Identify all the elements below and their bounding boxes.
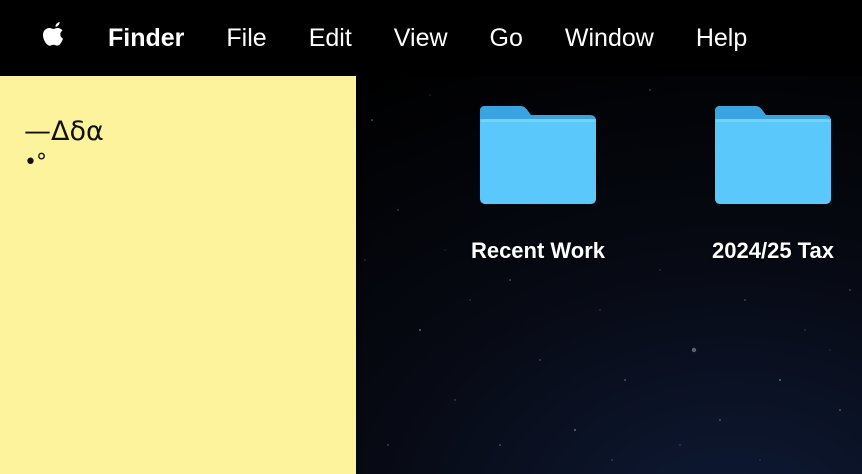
desktop-folder-recent-work[interactable]: Recent Work [448, 104, 628, 264]
desktop-screen: Finder File Edit View Go Window Help —Δδ… [0, 0, 862, 474]
folder-icon [715, 106, 831, 204]
menu-file[interactable]: File [226, 25, 266, 51]
sticky-note-text-line-2[interactable]: •° [24, 150, 47, 175]
folder-label[interactable]: Recent Work [448, 238, 628, 264]
sticky-note[interactable]: —Δδα •° [0, 76, 356, 474]
folder-label[interactable]: 2024/25 Tax [683, 238, 862, 264]
menu-app-finder[interactable]: Finder [108, 25, 184, 51]
apple-logo-icon[interactable] [40, 20, 68, 52]
menu-view[interactable]: View [394, 25, 448, 51]
menu-bar: Finder File Edit View Go Window Help [0, 0, 862, 76]
sticky-note-text-line-1[interactable]: —Δδα [24, 116, 104, 147]
menu-window[interactable]: Window [565, 25, 654, 51]
menu-edit[interactable]: Edit [309, 25, 352, 51]
folder-icon [480, 106, 596, 204]
menu-go[interactable]: Go [490, 25, 523, 51]
menu-help[interactable]: Help [696, 25, 747, 51]
desktop-folder-2024-25-tax[interactable]: 2024/25 Tax [683, 104, 862, 264]
